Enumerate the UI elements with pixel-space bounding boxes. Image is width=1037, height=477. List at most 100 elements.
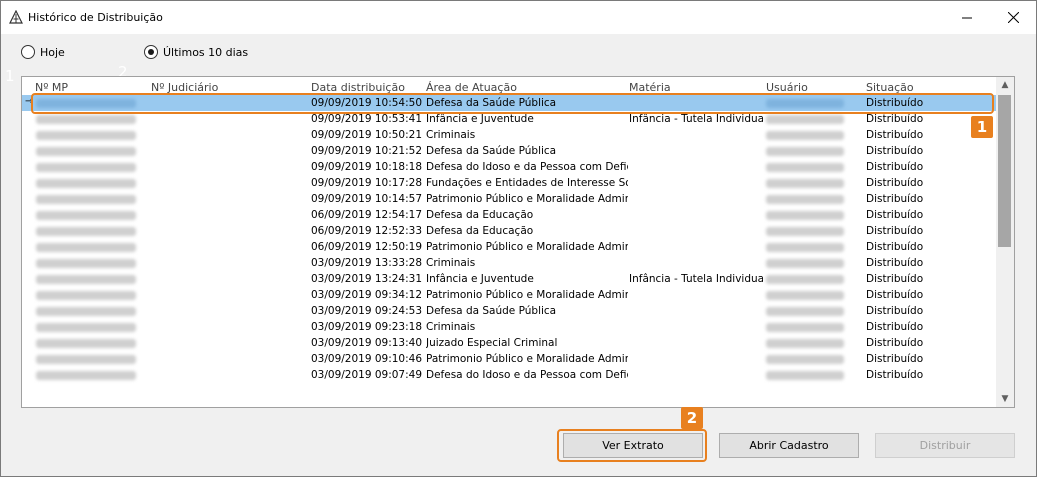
table-row[interactable]: 09/09/2019 10:21:52 Defesa da Saúde Públi…	[22, 143, 996, 159]
redacted-mp-number	[36, 371, 136, 380]
table-row[interactable]: 06/09/2019 12:54:17 Defesa da Educação Dis…	[22, 207, 996, 223]
cell-status: Distribuído	[866, 305, 924, 317]
cell-status: Distribuído	[866, 289, 924, 301]
table-row[interactable]: 09/09/2019 10:50:21 Criminais Distribuído	[22, 127, 996, 143]
cell-date: 06/09/2019 12:52:33	[311, 225, 423, 237]
cell-status: Distribuído	[866, 209, 924, 221]
cell-date: 09/09/2019 10:53:41	[311, 113, 423, 125]
cell-status: Distribuído	[866, 225, 924, 237]
cell-area: Patrimonio Público e Moralidade Admir	[426, 353, 628, 365]
cell-area: Defesa da Educação	[426, 209, 534, 221]
callout-badge-2: 2	[681, 407, 703, 429]
cell-status: Distribuído	[866, 321, 924, 333]
cell-status: Distribuído	[866, 113, 924, 125]
redacted-mp-number	[36, 211, 136, 220]
redacted-mp-number	[36, 115, 136, 124]
cell-area: Patrimonio Público e Moralidade Admir	[426, 289, 628, 301]
redacted-user	[766, 163, 844, 172]
redacted-user	[766, 147, 844, 156]
redacted-mp-number	[36, 339, 136, 348]
redacted-user	[766, 211, 844, 220]
cell-date: 06/09/2019 12:50:19	[311, 241, 423, 253]
redacted-mp-number	[36, 275, 136, 284]
redacted-mp-number	[36, 355, 136, 364]
cell-area: Patrimonio Público e Moralidade Admir	[426, 241, 628, 253]
table-row[interactable]: 03/09/2019 13:24:31 Infância e Juventude I…	[22, 271, 996, 287]
distribution-grid[interactable]: Nº MP Nº Judiciário Data distribuição Ár…	[21, 76, 1015, 408]
distribute-button: Distribuir	[875, 433, 1015, 458]
radio-last-10-days[interactable]: Últimos 10 dias	[144, 45, 248, 59]
table-row[interactable]: 09/09/2019 10:18:18 Defesa do Idoso e da …	[22, 159, 996, 175]
radio-last-10-days-circle[interactable]	[144, 45, 158, 59]
cell-date: 09/09/2019 10:17:28	[311, 177, 423, 189]
cell-date: 03/09/2019 09:23:18	[311, 321, 423, 333]
table-row[interactable]: 06/09/2019 12:50:19 Patrimonio Público e …	[22, 239, 996, 255]
cell-area: Defesa da Saúde Pública	[426, 305, 557, 317]
app-logo-icon	[9, 10, 23, 24]
redacted-user	[766, 227, 844, 236]
dialog-window: Histórico de Distribuição Hoje Últimos 1…	[0, 0, 1037, 477]
cell-status: Distribuído	[866, 161, 924, 173]
cell-date: 09/09/2019 10:50:21	[311, 129, 423, 141]
redacted-mp-number	[36, 163, 136, 172]
close-button[interactable]	[990, 1, 1036, 34]
table-row[interactable]: 03/09/2019 09:23:18 Criminais Distribuído	[22, 319, 996, 335]
table-row[interactable]: 09/09/2019 10:14:57 Patrimonio Público e …	[22, 191, 996, 207]
table-row[interactable]: 03/09/2019 09:10:46 Patrimonio Público e …	[22, 351, 996, 367]
cell-date: 06/09/2019 12:54:17	[311, 209, 423, 221]
redacted-user	[766, 307, 844, 316]
cell-subject: Infância - Tutela Individual	[629, 113, 763, 125]
redacted-user	[766, 179, 844, 188]
cell-date: 03/09/2019 09:10:46	[311, 353, 423, 365]
minimize-button[interactable]	[944, 1, 990, 34]
redacted-user	[766, 131, 844, 140]
cell-date: 09/09/2019 10:21:52	[311, 145, 423, 157]
cell-area: Infância e Juventude	[426, 273, 534, 285]
cell-area: Fundações e Entidades de Interesse Soc	[426, 177, 628, 189]
cell-date: 03/09/2019 09:24:53	[311, 305, 423, 317]
redacted-mp-number	[36, 147, 136, 156]
cell-area: Juizado Especial Criminal	[426, 337, 558, 349]
table-row[interactable]: 06/09/2019 12:52:33 Defesa da Educação Dis…	[22, 223, 996, 239]
redacted-mp-number	[36, 195, 136, 204]
radio-today-label: Hoje	[40, 45, 65, 59]
scroll-up-icon[interactable]: ▲	[996, 77, 1014, 93]
table-row[interactable]: 03/09/2019 09:34:12 Patrimonio Público e …	[22, 287, 996, 303]
cell-status: Distribuído	[866, 369, 924, 381]
cell-status: Distribuído	[866, 193, 924, 205]
title-bar: Histórico de Distribuição	[1, 1, 1036, 34]
scroll-down-icon[interactable]: ▼	[996, 391, 1014, 407]
callout-button-highlight	[557, 429, 707, 462]
cell-area: Defesa do Idoso e da Pessoa com Defici	[426, 369, 628, 381]
minimize-icon	[962, 17, 972, 18]
redacted-mp-number	[36, 179, 136, 188]
scroll-thumb[interactable]	[998, 95, 1011, 247]
cell-area: Patrimonio Público e Moralidade Admir	[426, 193, 628, 205]
cell-area: Criminais	[426, 321, 476, 333]
table-row[interactable]: 03/09/2019 09:13:40 Juizado Especial Crim…	[22, 335, 996, 351]
redacted-user	[766, 355, 844, 364]
open-record-button[interactable]: Abrir Cadastro	[719, 433, 859, 458]
radio-last-10-days-label: Últimos 10 dias	[163, 45, 249, 59]
cell-status: Distribuído	[866, 257, 924, 269]
cell-subject: Infância - Tutela Individual	[629, 273, 763, 285]
table-row[interactable]: 03/09/2019 09:07:49 Defesa do Idoso e da …	[22, 367, 996, 383]
table-row[interactable]: 03/09/2019 13:33:28 Criminais Distribuído	[22, 255, 996, 271]
cell-date: 03/09/2019 09:07:49	[311, 369, 423, 381]
cell-status: Distribuído	[866, 353, 924, 365]
cell-date: 03/09/2019 13:24:31	[311, 273, 423, 285]
table-row[interactable]: 09/09/2019 10:17:28 Fundações e Entidades…	[22, 175, 996, 191]
radio-today-circle[interactable]	[21, 45, 35, 59]
table-row[interactable]: 03/09/2019 09:24:53 Defesa da Saúde Públi…	[22, 303, 996, 319]
vertical-scrollbar[interactable]: ▲ ▼	[996, 77, 1014, 407]
radio-today[interactable]: Hoje	[21, 45, 65, 59]
cell-date: 03/09/2019 13:33:28	[311, 257, 423, 269]
redacted-mp-number	[36, 259, 136, 268]
callout-row-highlight	[31, 93, 994, 114]
cell-area: Criminais	[426, 257, 476, 269]
cell-status: Distribuído	[866, 129, 924, 141]
cell-date: 03/09/2019 09:34:12	[311, 289, 423, 301]
redacted-user	[766, 275, 844, 284]
column-marker-1: 1	[5, 67, 15, 85]
cell-area: Defesa da Saúde Pública	[426, 145, 557, 157]
